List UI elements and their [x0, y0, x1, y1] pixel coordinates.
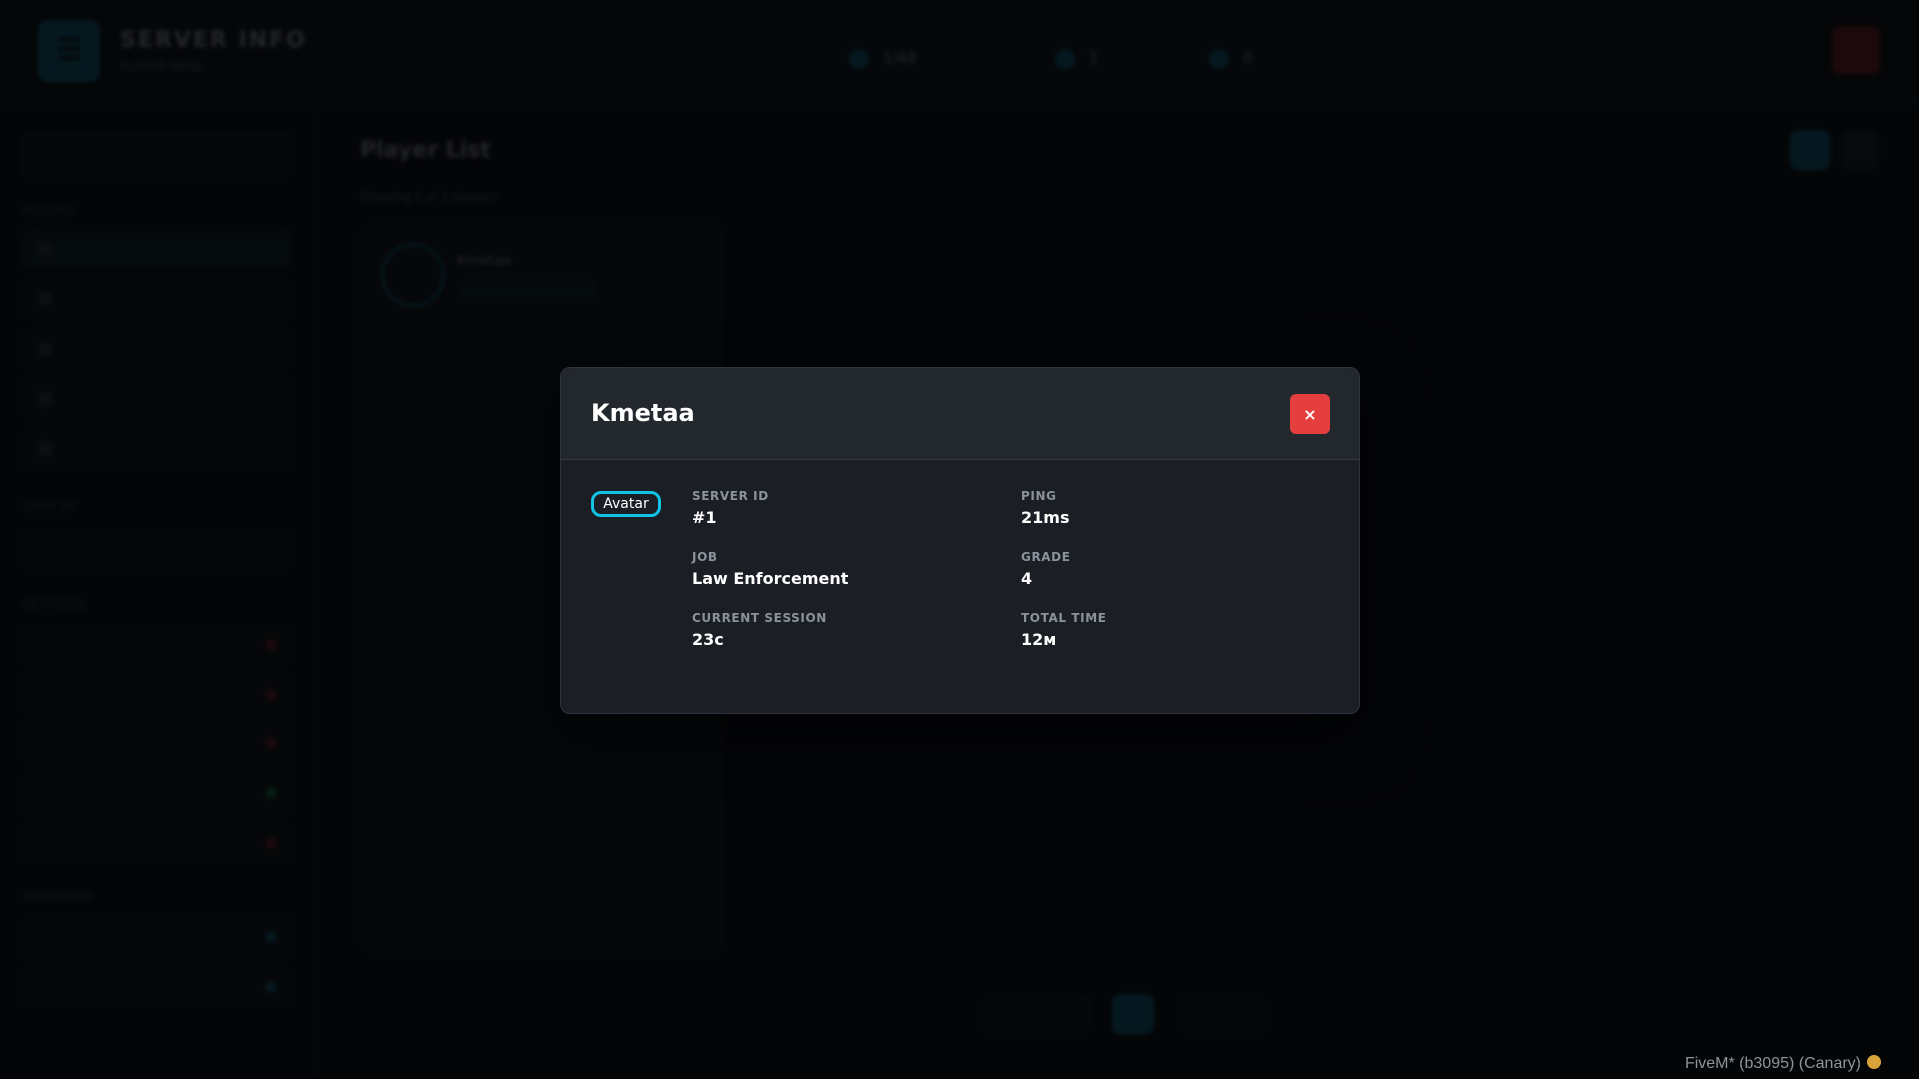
field-value: 4	[1021, 569, 1033, 588]
field-value: #1	[692, 508, 717, 527]
server-id-field: SERVER ID #1	[692, 489, 769, 527]
field-label: JOB	[692, 550, 718, 564]
total-time-field: TOTAL TIME 12м	[1021, 611, 1107, 649]
player-details-modal: Kmetaa × Avatar SERVER ID #1 PING 21ms J…	[560, 367, 1360, 714]
field-label: TOTAL TIME	[1021, 611, 1107, 625]
field-value: 12м	[1021, 630, 1057, 649]
avatar: Avatar	[591, 491, 661, 517]
current-session-field: CURRENT SESSION 23с	[692, 611, 827, 649]
build-tag: FiveM* (b3095) (Canary)	[1685, 1055, 1881, 1073]
modal-title: Kmetaa	[591, 399, 695, 427]
job-field: JOB Law Enforcement	[692, 550, 848, 588]
close-button[interactable]: ×	[1290, 394, 1330, 434]
field-label: GRADE	[1021, 550, 1071, 564]
avatar-alt-text: Avatar	[603, 496, 649, 512]
field-label: SERVER ID	[692, 489, 769, 503]
modal-header: Kmetaa ×	[561, 368, 1359, 460]
field-label: CURRENT SESSION	[692, 611, 827, 625]
field-value: 21ms	[1021, 508, 1070, 527]
field-label: PING	[1021, 489, 1057, 503]
field-value: Law Enforcement	[692, 569, 849, 588]
ping-field: PING 21ms	[1021, 489, 1069, 527]
grade-field: GRADE 4	[1021, 550, 1071, 588]
taco-icon	[1867, 1055, 1881, 1069]
field-value: 23с	[692, 630, 724, 649]
